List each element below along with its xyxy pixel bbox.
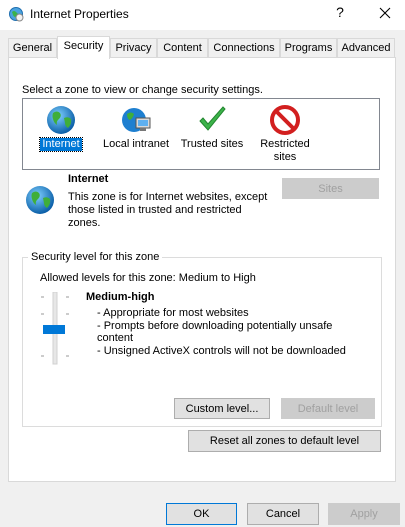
zone-label: Restricted sites	[260, 138, 310, 163]
zone-internet[interactable]: Internet	[38, 104, 84, 152]
restricted-icon	[270, 105, 300, 135]
help-button[interactable]: ?	[331, 4, 349, 20]
custom-level-button[interactable]: Custom level...	[174, 398, 270, 419]
tab-content[interactable]: Content	[157, 38, 208, 58]
apply-button[interactable]: Apply	[328, 503, 400, 525]
level-bullet: content	[97, 332, 134, 344]
tab-connections[interactable]: Connections	[208, 38, 280, 58]
slider-thumb[interactable]	[43, 325, 65, 334]
security-level-label: Security level for this zone	[28, 251, 163, 263]
security-level-description: - Appropriate for most websites - Prompt…	[97, 307, 377, 357]
zone-label: Local intranet	[102, 138, 170, 150]
sites-button[interactable]: Sites	[282, 178, 379, 199]
ok-button[interactable]: OK	[166, 503, 237, 525]
reset-all-zones-button[interactable]: Reset all zones to default level	[188, 430, 381, 452]
security-level-name: Medium-high	[86, 291, 155, 303]
checkmark-icon	[199, 106, 226, 131]
tab-privacy[interactable]: Privacy	[110, 38, 157, 58]
cancel-button[interactable]: Cancel	[247, 503, 319, 525]
level-bullet: - Unsigned ActiveX controls will not be …	[97, 344, 346, 357]
internet-options-icon	[9, 7, 24, 22]
globe-icon	[47, 106, 75, 134]
zone-label: Internet	[39, 137, 83, 152]
title-bar: Internet Properties ?	[0, 0, 405, 30]
globe-icon	[26, 186, 54, 214]
window-title: Internet Properties	[30, 7, 129, 21]
close-icon[interactable]	[374, 2, 396, 24]
zone-title: Internet	[68, 173, 109, 185]
security-level-slider[interactable]	[36, 292, 76, 367]
allowed-levels-text: Allowed levels for this zone: Medium to …	[40, 272, 256, 284]
zone-description: This zone is for Internet websites, exce…	[68, 191, 268, 229]
level-bullet: - Appropriate for most websites	[97, 307, 249, 319]
intranet-icon	[122, 108, 151, 132]
zone-trusted-sites[interactable]: Trusted sites	[176, 104, 248, 151]
level-bullet: - Prompts before downloading potentially…	[97, 319, 333, 332]
default-level-button[interactable]: Default level	[281, 398, 375, 419]
zone-local-intranet[interactable]: Local intranet	[98, 104, 174, 151]
tab-advanced[interactable]: Advanced	[337, 38, 395, 58]
tab-security[interactable]: Security	[57, 36, 110, 59]
zone-prompt: Select a zone to view or change security…	[22, 84, 263, 96]
tab-programs[interactable]: Programs	[280, 38, 337, 58]
zone-label: Trusted sites	[180, 138, 244, 150]
zone-restricted-sites[interactable]: Restricted sites	[254, 104, 316, 164]
tab-general[interactable]: General	[8, 38, 57, 58]
